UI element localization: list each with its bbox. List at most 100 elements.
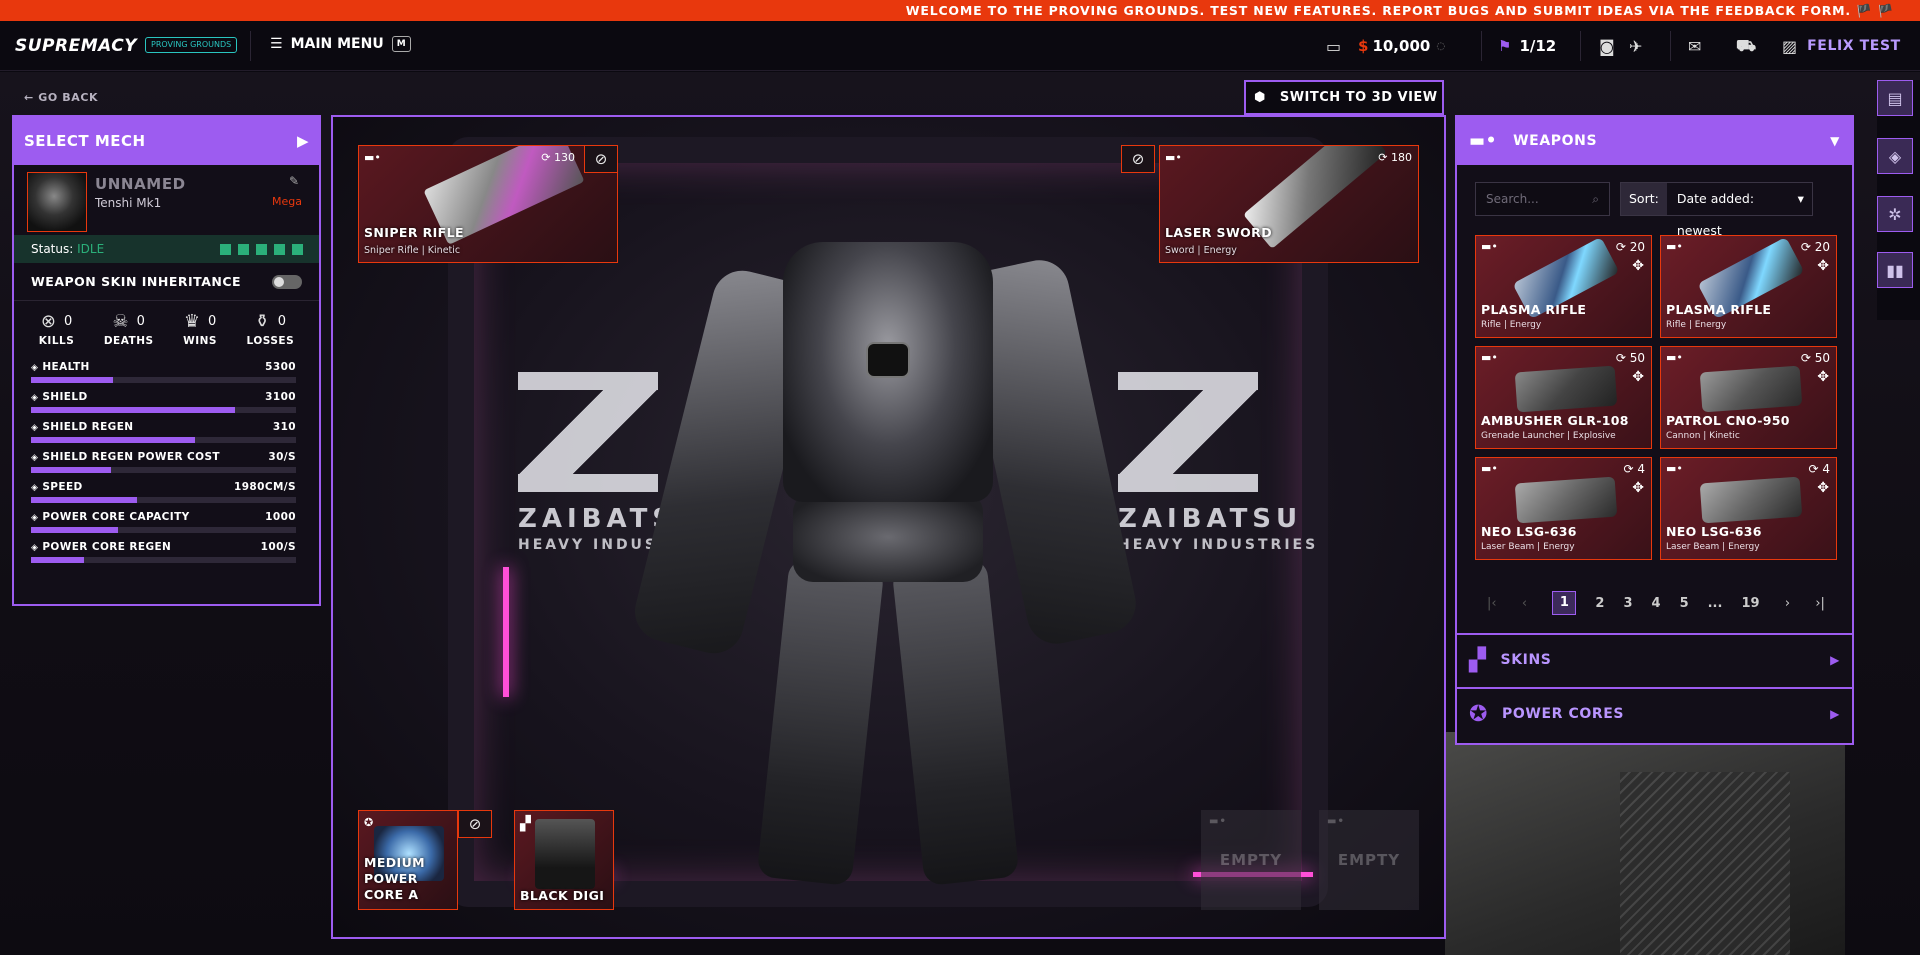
page-button[interactable]: 4 bbox=[1652, 596, 1661, 611]
proving-grounds-badge: PROVING GROUNDS bbox=[145, 37, 238, 53]
drag-icon[interactable]: ✥ bbox=[1632, 480, 1644, 496]
weapon-skin-inheritance-row: WEAPON SKIN INHERITANCE bbox=[14, 263, 319, 301]
next-page-icon[interactable]: › bbox=[1785, 596, 1790, 611]
weapon-type: Rifle | Energy bbox=[1666, 320, 1727, 330]
edit-name-icon[interactable]: ✎ bbox=[289, 174, 299, 188]
drag-icon[interactable]: ✥ bbox=[1817, 369, 1829, 385]
cart-icon[interactable]: ⛟ bbox=[1736, 33, 1756, 59]
skins-accordion[interactable]: ▞ SKINS ▶ bbox=[1457, 633, 1852, 685]
unequip-weapon-right-button[interactable]: ⊘ bbox=[1121, 145, 1155, 173]
empty-utility-slot[interactable]: ▬• EMPTY bbox=[1201, 810, 1301, 910]
sups-balance[interactable]: $ 10,000 ◌ bbox=[1358, 33, 1445, 59]
weapon-card[interactable]: ▬• ⟳ 20 ✥ PLASMA RIFLE Rifle | Energy bbox=[1660, 235, 1837, 338]
page-button[interactable]: 2 bbox=[1595, 596, 1604, 611]
go-back-link[interactable]: ← GO BACK bbox=[24, 91, 98, 104]
user-menu[interactable]: ▨ FELIX TEST bbox=[1782, 33, 1901, 59]
attribute-value: 1000 bbox=[265, 511, 296, 523]
ammo-count: ⟳ 4 bbox=[1623, 462, 1645, 476]
weapon-type: Grenade Launcher | Explosive bbox=[1481, 431, 1616, 441]
drag-icon[interactable]: ✥ bbox=[1817, 258, 1829, 274]
skins-label: SKINS bbox=[1500, 652, 1552, 668]
main-menu-button[interactable]: ☰ MAIN MENU M bbox=[270, 36, 411, 52]
attribute-label: SPEED bbox=[42, 481, 83, 493]
attribute-label: SHIELD REGEN POWER COST bbox=[42, 451, 220, 463]
attribute-bar-fill bbox=[31, 467, 111, 473]
discord-icon[interactable]: ◙ bbox=[1599, 33, 1615, 59]
mech-leg bbox=[756, 557, 885, 887]
quests-button[interactable]: ⚑ 1/12 bbox=[1498, 33, 1556, 59]
cube-icon: ⬢ bbox=[1254, 90, 1266, 105]
unequip-power-core-button[interactable]: ⊘ bbox=[458, 810, 492, 838]
page-button[interactable]: 1 bbox=[1552, 591, 1577, 615]
drag-icon[interactable]: ✥ bbox=[1632, 369, 1644, 385]
hide-balance-icon[interactable]: ◌ bbox=[1436, 41, 1445, 52]
weapons-accordion-header[interactable]: ▬• WEAPONS ▼ bbox=[1457, 117, 1852, 165]
losses-value: 0 bbox=[277, 314, 287, 329]
weapon-name: PLASMA RIFLE bbox=[1666, 302, 1772, 317]
weapon-card[interactable]: ▬• ⟳ 50 ✥ AMBUSHER GLR-108 Grenade Launcher … bbox=[1475, 346, 1652, 449]
ammo-value: 130 bbox=[554, 151, 575, 164]
last-page-icon[interactable]: ›| bbox=[1815, 596, 1825, 611]
power-cores-accordion[interactable]: ✪ POWER CORES ▶ bbox=[1457, 687, 1852, 739]
mail-icon[interactable]: ✉ bbox=[1688, 33, 1701, 59]
status-row: Status: IDLE bbox=[14, 235, 319, 263]
trophy-icon: ♛ bbox=[183, 311, 200, 332]
divider bbox=[1481, 31, 1482, 61]
drag-icon[interactable]: ✥ bbox=[1817, 480, 1829, 496]
unequip-weapon-left-button[interactable]: ⊘ bbox=[584, 145, 618, 173]
select-mech-header[interactable]: SELECT MECH ▶ bbox=[14, 117, 319, 165]
switch-3d-view-button[interactable]: ⬢ SWITCH TO 3D VIEW bbox=[1244, 80, 1444, 115]
weapon-name: NEO LSG-636 bbox=[1481, 524, 1577, 539]
weapon-skin-inheritance-toggle[interactable] bbox=[272, 274, 302, 289]
search-placeholder: Search... bbox=[1486, 192, 1539, 206]
attribute-bar bbox=[31, 437, 296, 443]
mech-panel: SELECT MECH ▶ UNNAMED Tenshi Mk1 ✎ Mega … bbox=[12, 115, 321, 606]
empty-utility-slot[interactable]: ▬• EMPTY bbox=[1319, 810, 1419, 910]
attribute-power-core-regen: ◈ POWER CORE REGEN 100/S bbox=[14, 541, 319, 563]
attribute-label: SHIELD REGEN bbox=[42, 421, 134, 433]
chevron-right-icon: ▶ bbox=[296, 132, 309, 150]
attribute-bar bbox=[31, 467, 296, 473]
page-button[interactable]: 19 bbox=[1741, 596, 1759, 611]
power-core-slot[interactable]: ✪ MEDIUM POWER CORE A bbox=[358, 810, 458, 910]
main-menu-shortcut: M bbox=[391, 36, 411, 52]
weapon-card[interactable]: ▬• ⟳ 50 ✥ PATROL CNO-950 Cannon | Kinetic bbox=[1660, 346, 1837, 449]
sort-select[interactable]: Sort: Date added: newest ▾ bbox=[1620, 182, 1813, 238]
weapon-card[interactable]: ▬• ⟳ 4 ✥ NEO LSG-636 Laser Beam | Energy bbox=[1475, 457, 1652, 560]
skin-slot[interactable]: ▞ BLACK DIGI bbox=[514, 810, 614, 910]
first-page-icon[interactable]: |‹ bbox=[1487, 596, 1497, 611]
attribute-bar bbox=[31, 377, 296, 383]
utility-icon: ▬• bbox=[1327, 816, 1345, 827]
page-button[interactable]: 3 bbox=[1623, 596, 1632, 611]
ammo-icon: ⟳ bbox=[1808, 462, 1819, 476]
tools-icon[interactable]: ✲ bbox=[1877, 196, 1913, 232]
playlist-icon[interactable]: ▮▮ bbox=[1877, 252, 1913, 288]
weapon-icon: ▬• bbox=[1481, 462, 1498, 475]
weapon-card[interactable]: ▬• ⟳ 20 ✥ PLASMA RIFLE Rifle | Energy bbox=[1475, 235, 1652, 338]
attribute-icon: ◈ bbox=[31, 543, 39, 553]
arrow-left-icon: ← bbox=[24, 91, 34, 104]
wins-label: WINS bbox=[183, 335, 217, 347]
wallet-icon[interactable]: ▭ bbox=[1326, 33, 1341, 59]
supremacy-logo[interactable]: SUPREMACY bbox=[15, 36, 137, 56]
weapon-type: Sword | Energy bbox=[1165, 245, 1237, 256]
weapon-card[interactable]: ▬• ⟳ 4 ✥ NEO LSG-636 Laser Beam | Energy bbox=[1660, 457, 1837, 560]
weapon-slot-right[interactable]: ▬• ⟳ 180 LASER SWORD Sword | Energy bbox=[1159, 145, 1419, 263]
skin-image bbox=[535, 819, 595, 889]
search-input[interactable]: Search... ⌕ bbox=[1475, 182, 1610, 216]
weapon-name: SNIPER RIFLE bbox=[364, 225, 464, 240]
ammo-icon: ⟳ bbox=[1800, 351, 1811, 365]
prev-page-icon[interactable]: ‹ bbox=[1522, 596, 1527, 611]
mech-card[interactable]: UNNAMED Tenshi Mk1 ✎ Mega bbox=[14, 165, 319, 235]
drag-icon[interactable]: ✥ bbox=[1632, 258, 1644, 274]
weapon-slot-left[interactable]: ▬• ⟳ 130 SNIPER RIFLE Sniper Rifle | Kin… bbox=[358, 145, 618, 263]
menu-icon: ☰ bbox=[270, 36, 283, 52]
chat-icon[interactable]: ▤ bbox=[1877, 80, 1913, 116]
twitter-icon[interactable]: ✈ bbox=[1629, 33, 1642, 59]
page-button[interactable]: 5 bbox=[1680, 596, 1689, 611]
attribute-bar-fill bbox=[31, 527, 119, 533]
balance-value: 10,000 bbox=[1372, 37, 1431, 55]
battle-arena-icon[interactable]: ◈ bbox=[1877, 138, 1913, 174]
ammo-value: 50 bbox=[1814, 351, 1830, 365]
skin-icon: ▞ bbox=[520, 816, 531, 832]
